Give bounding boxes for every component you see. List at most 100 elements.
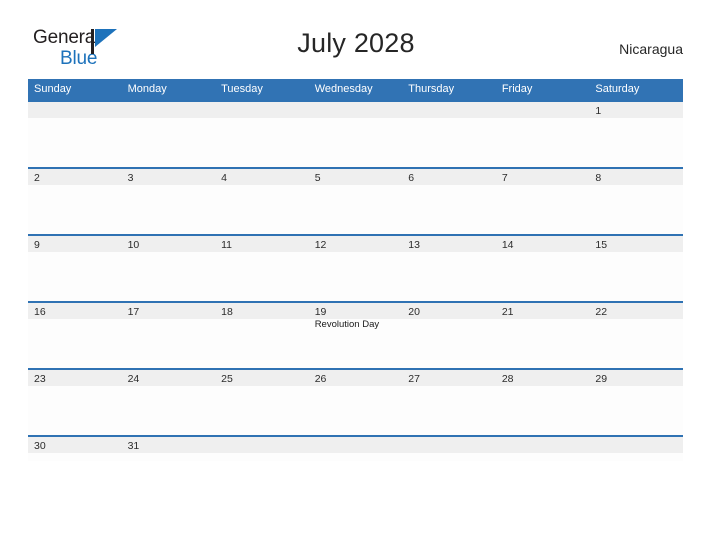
day-events (402, 450, 496, 452)
day-events (122, 115, 216, 117)
day-number: 31 (127, 440, 140, 452)
calendar-day-cell[interactable]: 12 (308, 234, 403, 302)
calendar-day-cell[interactable]: 13 (402, 234, 496, 302)
calendar-empty-cell (215, 435, 309, 461)
calendar-body: 1 2 3 4 5 6 7 8 9 10 11 12 13 14 15 16 17 18 19 Revolution … (28, 100, 683, 461)
calendar-header-row: Sunday Monday Tuesday Wednesday Thursday… (28, 79, 683, 101)
day-number (309, 437, 403, 450)
day-number (496, 102, 590, 115)
day-events (496, 182, 590, 184)
calendar-day-cell[interactable]: 21 (495, 301, 590, 369)
day-events (215, 115, 309, 117)
weekday-header-row: Sunday Monday Tuesday Wednesday Thursday… (28, 79, 683, 101)
day-number: 15 (595, 239, 608, 251)
calendar-day-cell[interactable]: 24 (121, 368, 216, 436)
weekday-header-wednesday: Wednesday (308, 79, 403, 101)
weekday-header-saturday: Saturday (589, 79, 683, 101)
day-number: 20 (408, 306, 420, 318)
calendar-week-row: 16 17 18 19 Revolution Day 20 21 22 (28, 301, 683, 369)
calendar-day-cell[interactable]: 19 Revolution Day (308, 301, 403, 369)
calendar-day-cell[interactable]: 9 (28, 234, 122, 302)
day-number (589, 437, 683, 450)
page-header: General Blue July 2028 Nicaragua (0, 0, 712, 68)
day-number: 4 (221, 172, 227, 184)
day-number: 14 (501, 239, 514, 251)
day-events (589, 450, 683, 452)
day-number (28, 102, 122, 115)
calendar-day-cell[interactable]: 31 (121, 435, 216, 461)
calendar-day-cell[interactable]: 27 (402, 368, 496, 436)
calendar-day-cell[interactable]: 2 (28, 167, 122, 235)
day-number: 10 (127, 239, 140, 251)
day-events: Revolution Day (309, 316, 403, 331)
calendar-day-cell[interactable]: 23 (28, 368, 122, 436)
calendar-day-cell[interactable]: 26 (308, 368, 403, 436)
calendar-day-cell[interactable]: 7 (495, 167, 590, 235)
calendar-day-cell[interactable]: 10 (121, 234, 216, 302)
calendar-empty-cell (215, 100, 309, 168)
calendar-day-cell[interactable]: 18 (215, 301, 309, 369)
calendar-week-row: 9 10 11 12 13 14 15 (28, 234, 683, 302)
calendar-table: Sunday Monday Tuesday Wednesday Thursday… (28, 79, 683, 461)
day-number: 29 (595, 373, 608, 385)
calendar-day-cell[interactable]: 8 (589, 167, 683, 235)
calendar-day-cell[interactable]: 30 (28, 435, 122, 461)
day-number: 2 (34, 172, 40, 184)
calendar-day-cell[interactable]: 28 (495, 368, 590, 436)
day-number: 1 (595, 105, 602, 117)
day-number: 13 (408, 239, 420, 251)
day-number: 22 (595, 306, 608, 318)
calendar-empty-cell (28, 100, 122, 168)
weekday-header-tuesday: Tuesday (215, 79, 309, 101)
calendar-day-cell[interactable]: 14 (495, 234, 590, 302)
calendar-day-cell[interactable]: 11 (215, 234, 309, 302)
day-events (28, 182, 122, 184)
holiday-event: Revolution Day (314, 319, 380, 330)
day-number: 7 (501, 172, 508, 184)
day-number (215, 102, 309, 115)
calendar-empty-cell (495, 100, 590, 168)
calendar-day-cell[interactable]: 3 (121, 167, 216, 235)
calendar-day-cell[interactable]: 25 (215, 368, 309, 436)
day-number: 28 (501, 373, 514, 385)
calendar-grid: Sunday Monday Tuesday Wednesday Thursday… (28, 79, 683, 461)
day-number: 24 (127, 373, 140, 385)
day-number: 11 (221, 239, 233, 251)
calendar-empty-cell (308, 435, 403, 461)
calendar-week-row: 1 (28, 100, 683, 168)
day-events (589, 115, 683, 117)
weekday-header-friday: Friday (495, 79, 590, 101)
day-events (309, 182, 403, 184)
calendar-day-cell[interactable]: 6 (402, 167, 496, 235)
day-number (215, 437, 309, 450)
day-number: 23 (34, 373, 46, 385)
calendar-day-cell[interactable]: 15 (589, 234, 683, 302)
day-events (122, 182, 216, 184)
day-number: 12 (314, 239, 327, 251)
country-label: Nicaragua (619, 41, 683, 57)
calendar-day-cell[interactable]: 5 (308, 167, 403, 235)
calendar-page: General Blue July 2028 Nicaragua Sunday … (0, 0, 712, 550)
day-number: 26 (314, 373, 327, 385)
day-number: 30 (34, 440, 46, 452)
day-events (215, 450, 309, 452)
calendar-day-cell[interactable]: 4 (215, 167, 309, 235)
day-events (28, 249, 122, 251)
day-number: 6 (408, 172, 415, 184)
calendar-day-cell[interactable]: 29 (589, 368, 683, 436)
calendar-day-cell[interactable]: 16 (28, 301, 122, 369)
day-events (28, 115, 122, 117)
day-events (309, 450, 403, 452)
calendar-day-cell[interactable]: 17 (121, 301, 216, 369)
page-title: July 2028 (297, 28, 415, 58)
day-number (402, 102, 496, 115)
calendar-empty-cell (402, 435, 496, 461)
day-number: 18 (221, 306, 233, 318)
calendar-day-cell[interactable]: 22 (589, 301, 683, 369)
calendar-day-cell[interactable]: 1 (589, 100, 683, 168)
calendar-day-cell[interactable]: 20 (402, 301, 496, 369)
calendar-empty-cell (402, 100, 496, 168)
calendar-week-row: 2 3 4 5 6 7 8 (28, 167, 683, 235)
day-number: 16 (34, 306, 46, 318)
day-number (496, 437, 590, 450)
